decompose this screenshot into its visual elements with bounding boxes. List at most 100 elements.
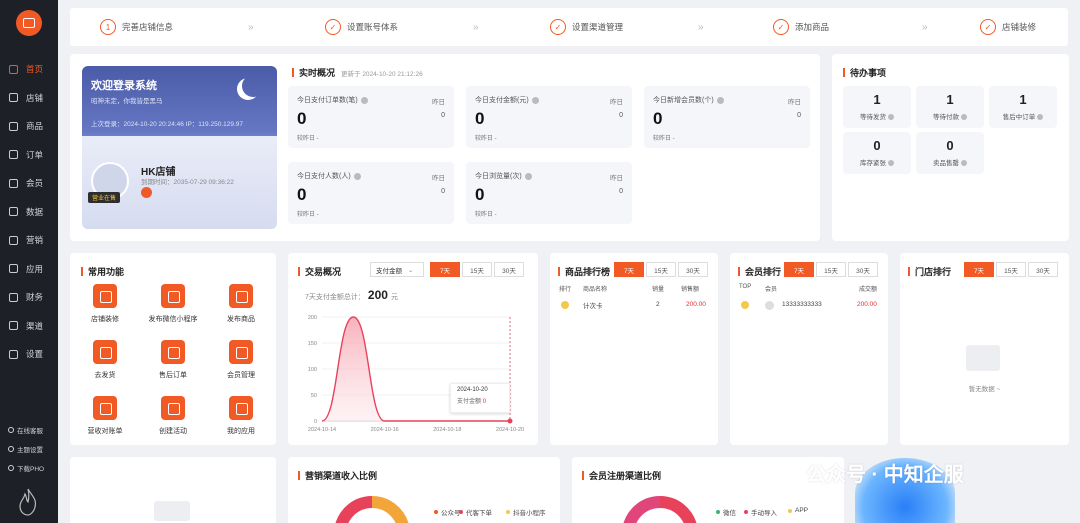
nav-item-home[interactable]: 首页 xyxy=(0,55,58,84)
member-rank-card: 会员排行 7天 15天 30天 TOP 会员 成交额 13333333333 2… xyxy=(730,253,888,445)
func-ship[interactable]: 去发货 xyxy=(75,340,135,380)
todo-item[interactable]: 1 等待发货 xyxy=(843,86,911,128)
range-30d[interactable]: 30天 xyxy=(848,262,878,277)
check-icon: ✓ xyxy=(980,19,996,35)
range-30d[interactable]: 30天 xyxy=(494,262,524,277)
download-link[interactable]: 下载PHO xyxy=(8,458,58,477)
empty-box-icon xyxy=(966,345,1000,371)
brand-logo[interactable] xyxy=(16,10,42,36)
step-store-info[interactable]: 1 完善店铺信息 xyxy=(100,19,173,35)
title-bar xyxy=(738,267,740,276)
nav-item-channel[interactable]: 渠道 xyxy=(0,312,58,341)
range-15d[interactable]: 15天 xyxy=(646,262,676,277)
help-icon[interactable] xyxy=(524,172,532,180)
goods-amount: 200.00 xyxy=(686,301,706,308)
range-7d[interactable]: 7天 xyxy=(614,262,644,277)
range-15d[interactable]: 15天 xyxy=(816,262,846,277)
nav-item-store[interactable]: 店铺 xyxy=(0,84,58,113)
range-7d[interactable]: 7天 xyxy=(430,262,460,277)
col-header[interactable]: 销售额 xyxy=(681,284,699,293)
stat-card[interactable]: 今日支付人数(人) 昨日 0 0 较昨日 - xyxy=(288,162,454,224)
func-after-sales[interactable]: 售后订单 xyxy=(143,340,203,380)
flame-logo-icon xyxy=(19,488,37,516)
func-create-activity[interactable]: 创建活动 xyxy=(143,396,203,436)
last-login: 上次登录：2024-10-20 20:24:46 IP：119.250.129.… xyxy=(91,121,244,128)
nav-item-apps[interactable]: 应用 xyxy=(0,255,58,284)
crown-icon xyxy=(229,340,253,364)
func-my-apps[interactable]: 我的应用 xyxy=(211,396,271,436)
stat-card[interactable]: 今日支付订单数(笔) 昨日 0 0 较昨日 - xyxy=(288,86,454,148)
stat-label: 今日支付人数(人) xyxy=(297,171,361,181)
nav-item-finance[interactable]: 财务 xyxy=(0,283,58,312)
total-value: 200 xyxy=(367,288,388,302)
nav-item-members[interactable]: 会员 xyxy=(0,169,58,198)
step-channel[interactable]: ✓ 设置渠道管理 xyxy=(550,19,623,35)
nav-item-data[interactable]: 数据 xyxy=(0,198,58,227)
nav-item-marketing[interactable]: 营销 xyxy=(0,226,58,255)
help-icon xyxy=(1037,114,1044,121)
nav-label: 数据 xyxy=(26,206,44,217)
check-icon: ✓ xyxy=(325,19,341,35)
func-revenue-statement[interactable]: 营收对账单 xyxy=(75,396,135,436)
goods-icon xyxy=(9,121,18,131)
bag-icon xyxy=(229,284,253,308)
todo-item[interactable]: 0 库存紧张 xyxy=(843,132,911,174)
stat-card[interactable]: 今日浏览量(次) 昨日 0 0 较昨日 - xyxy=(466,162,632,224)
todo-label: 卖品售罄 xyxy=(916,157,984,167)
stat-label: 今日支付订单数(笔) xyxy=(297,95,368,105)
legend-dot xyxy=(506,510,510,514)
theme-settings-link[interactable]: 主题设置 xyxy=(8,439,58,458)
step-number: 1 xyxy=(100,19,116,35)
help-icon[interactable] xyxy=(353,172,361,180)
func-label: 会员管理 xyxy=(227,372,255,379)
metric-select[interactable]: 支付金额 ⌄ xyxy=(370,262,424,277)
yesterday-label: 昨日 xyxy=(432,175,445,182)
todo-count: 0 xyxy=(946,138,954,153)
online-service-link[interactable]: 在线客服 xyxy=(8,420,58,439)
paint-roller-icon xyxy=(93,284,117,308)
goods-rank-card: 商品排行榜 7天 15天 30天 排行 商品名称 销量 销售额 计次卡 2 20… xyxy=(550,253,718,445)
step-account[interactable]: ✓ 设置账号体系 xyxy=(325,19,398,35)
headset-icon xyxy=(8,426,14,433)
func-member-management[interactable]: 会员管理 xyxy=(211,340,271,380)
func-label: 发布商品 xyxy=(227,316,255,323)
store-badge-icon[interactable] xyxy=(141,187,152,198)
step-add-goods[interactable]: ✓ 添加商品 xyxy=(773,19,829,35)
goods-rank-title-text: 商品排行榜 xyxy=(565,267,611,277)
finance-icon xyxy=(9,292,18,302)
range-30d[interactable]: 30天 xyxy=(1028,262,1058,277)
marketing-icon xyxy=(9,235,18,245)
range-7d[interactable]: 7天 xyxy=(964,262,994,277)
stat-card[interactable]: 今日支付金额(元) 昨日 0 0 较昨日 - xyxy=(466,86,632,148)
func-publish-goods[interactable]: 发布商品 xyxy=(211,284,271,324)
chevron-right-icon: » xyxy=(698,21,704,33)
help-icon[interactable] xyxy=(360,96,368,104)
step-decoration[interactable]: ✓ 店铺装修 xyxy=(980,19,1036,35)
nav-label: 订单 xyxy=(26,149,44,160)
nav-item-settings[interactable]: 设置 xyxy=(0,340,58,369)
nav-label: 首页 xyxy=(26,64,44,75)
title-bar xyxy=(582,471,584,480)
stat-label-text: 今日支付金额(元) xyxy=(475,97,529,104)
stat-value: 0 xyxy=(475,185,485,204)
todo-item[interactable]: 0 卖品售罄 xyxy=(916,132,984,174)
todo-item[interactable]: 1 售后中订单 xyxy=(989,86,1057,128)
func-publish-miniprogram[interactable]: 发布微信小程序 xyxy=(143,284,203,324)
range-15d[interactable]: 15天 xyxy=(462,262,492,277)
document-icon xyxy=(161,340,185,364)
func-store-decoration[interactable]: 店铺装修 xyxy=(75,284,135,324)
nav-item-goods[interactable]: 商品 xyxy=(0,112,58,141)
help-icon[interactable] xyxy=(531,96,539,104)
gold-medal-icon xyxy=(561,301,569,309)
compare-label: 较昨日 - xyxy=(653,136,675,142)
col-header: 排行 xyxy=(559,287,572,293)
stat-card[interactable]: 今日新增会员数(个) 昨日 0 0 较昨日 - xyxy=(644,86,810,148)
help-icon[interactable] xyxy=(716,96,724,104)
range-15d[interactable]: 15天 xyxy=(996,262,1026,277)
col-header: 商品名称 xyxy=(583,287,608,293)
order-icon xyxy=(9,150,18,160)
range-30d[interactable]: 30天 xyxy=(678,262,708,277)
todo-item[interactable]: 1 等待付款 xyxy=(916,86,984,128)
nav-item-orders[interactable]: 订单 xyxy=(0,141,58,170)
range-7d[interactable]: 7天 xyxy=(784,262,814,277)
